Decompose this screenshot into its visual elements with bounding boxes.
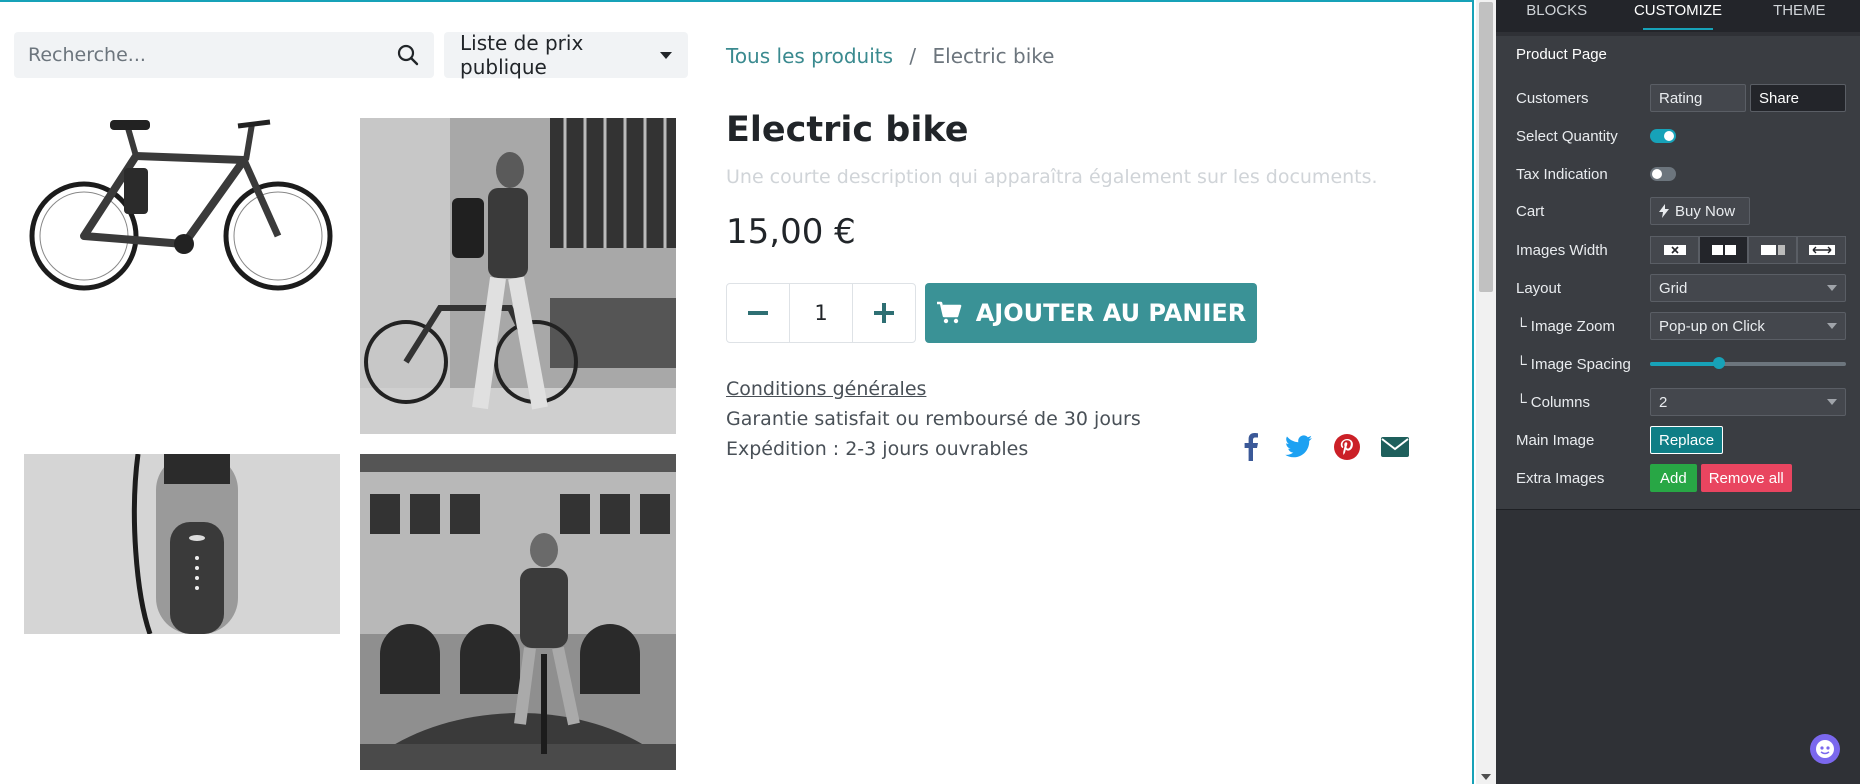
slider-fill [1650, 362, 1719, 366]
tab-customize[interactable]: CUSTOMIZE [1617, 0, 1738, 32]
option-tax-indication: Tax Indication [1516, 160, 1846, 188]
caret-down-icon [1827, 323, 1837, 329]
option-label: └ Image Zoom [1516, 317, 1615, 335]
add-to-cart-label: AJOUTER AU PANIER [975, 299, 1247, 327]
quantity-stepper: 1 [726, 283, 916, 343]
images-width-half-button[interactable] [1699, 236, 1748, 264]
option-label: Select Quantity [1516, 127, 1618, 145]
guarantee-text: Garantie satisfait ou remboursé de 30 jo… [726, 408, 1141, 430]
product-image-battery[interactable] [24, 454, 340, 634]
quantity-input[interactable]: 1 [789, 284, 853, 342]
search-box [14, 32, 434, 78]
option-image-zoom: └ Image Zoom Pop-up on Click [1516, 312, 1846, 340]
image-spacing-slider[interactable] [1650, 357, 1846, 369]
customers-share-toggle[interactable]: Share [1750, 84, 1846, 112]
breadcrumb-current: Electric bike [932, 44, 1055, 68]
facebook-icon[interactable] [1236, 432, 1266, 462]
images-width-full-button[interactable] [1797, 236, 1846, 264]
option-images-width: Images Width [1516, 236, 1846, 264]
option-main-image: Main Image Replace [1516, 426, 1846, 454]
buy-now-label: Buy Now [1675, 202, 1736, 220]
search-input[interactable] [28, 44, 396, 66]
pinterest-icon[interactable] [1332, 432, 1362, 462]
scroll-down-arrow-icon[interactable] [1481, 774, 1491, 780]
option-layout: Layout Grid [1516, 274, 1846, 302]
caret-down-icon [660, 51, 672, 59]
option-cart: Cart Buy Now [1516, 197, 1846, 225]
twitter-icon[interactable] [1284, 432, 1314, 462]
product-image-woman-walking[interactable] [360, 118, 676, 434]
tab-theme[interactable]: THEME [1739, 0, 1860, 32]
caret-down-icon [1827, 285, 1837, 291]
option-label: Main Image [1516, 431, 1595, 449]
width-full-icon [1808, 245, 1835, 255]
width-half-icon [1711, 245, 1736, 255]
images-width-large-button[interactable] [1748, 236, 1797, 264]
pricelist-label: Liste de prix publique [460, 31, 584, 79]
layout-select[interactable]: Grid [1650, 274, 1846, 302]
layout-value: Grid [1659, 279, 1688, 297]
tax-indication-toggle[interactable] [1650, 167, 1676, 181]
customers-rating-toggle[interactable]: Rating [1650, 84, 1746, 112]
bolt-icon [1659, 204, 1669, 218]
breadcrumb: Tous les produits / Electric bike [726, 44, 1054, 68]
option-label: Customers [1516, 89, 1589, 107]
option-label: Extra Images [1516, 469, 1605, 487]
option-select-quantity: Select Quantity [1516, 122, 1846, 150]
cart-icon [936, 301, 962, 324]
option-extra-images: Extra Images Add Remove all [1516, 464, 1846, 492]
scrollbar-thumb[interactable] [1479, 2, 1493, 292]
select-quantity-toggle[interactable] [1650, 129, 1676, 143]
product-price: 15,00 € [726, 212, 856, 252]
website-frame: Liste de prix publique Tous les produits… [0, 0, 1474, 784]
search-icon[interactable] [396, 43, 420, 67]
product-description: Une courte description qui apparaîtra ég… [726, 166, 1378, 188]
email-icon[interactable] [1380, 432, 1410, 462]
option-label: └ Image Spacing [1516, 355, 1631, 373]
editor-tabs: BLOCKS CUSTOMIZE THEME [1496, 0, 1860, 32]
option-customers: Customers Rating Share [1516, 84, 1846, 112]
option-label: Tax Indication [1516, 165, 1608, 183]
decrease-quantity-button[interactable] [727, 284, 789, 342]
image-zoom-select[interactable]: Pop-up on Click [1650, 312, 1846, 340]
pricelist-dropdown[interactable]: Liste de prix publique [444, 31, 688, 79]
option-label: Layout [1516, 279, 1562, 297]
product-page-options: Product Page Customers Rating Share Sele… [1496, 36, 1860, 510]
option-label: └ Columns [1516, 393, 1590, 411]
breadcrumb-separator: / [909, 44, 917, 68]
caret-down-icon [1827, 399, 1837, 405]
option-label: Images Width [1516, 241, 1608, 259]
add-to-cart-button[interactable]: AJOUTER AU PANIER [925, 283, 1257, 343]
page-scrollbar[interactable] [1476, 0, 1496, 784]
width-none-icon [1663, 245, 1686, 255]
slider-handle[interactable] [1712, 357, 1725, 369]
add-extra-images-button[interactable]: Add [1650, 464, 1697, 492]
option-image-spacing: └ Image Spacing [1516, 350, 1846, 378]
columns-value: 2 [1659, 393, 1668, 411]
minus-icon [748, 311, 768, 315]
replace-main-image-button[interactable]: Replace [1650, 426, 1724, 454]
option-columns: └ Columns 2 [1516, 388, 1846, 416]
images-width-none-button[interactable] [1650, 236, 1699, 264]
editor-panel: BLOCKS CUSTOMIZE THEME Product Page Cust… [1496, 0, 1860, 784]
remove-all-extra-images-button[interactable]: Remove all [1700, 464, 1792, 492]
shipping-text: Expédition : 2-3 jours ouvrables [726, 438, 1029, 460]
option-label: Cart [1516, 202, 1545, 220]
buy-now-toggle[interactable]: Buy Now [1650, 197, 1750, 225]
section-title: Product Page [1516, 46, 1607, 63]
columns-select[interactable]: 2 [1650, 388, 1846, 416]
assistant-bot-icon[interactable] [1810, 734, 1840, 764]
increase-quantity-button[interactable] [853, 284, 915, 342]
terms-link[interactable]: Conditions générales [726, 378, 926, 400]
product-title: Electric bike [726, 110, 969, 150]
width-large-icon [1760, 245, 1785, 255]
image-zoom-value: Pop-up on Click [1659, 317, 1765, 335]
breadcrumb-all-products[interactable]: Tous les produits [726, 44, 893, 68]
social-share [1236, 432, 1410, 462]
tab-blocks[interactable]: BLOCKS [1496, 0, 1617, 32]
product-image-bike[interactable] [24, 116, 340, 302]
product-image-man-riding[interactable] [360, 454, 676, 770]
plus-icon [874, 303, 894, 323]
